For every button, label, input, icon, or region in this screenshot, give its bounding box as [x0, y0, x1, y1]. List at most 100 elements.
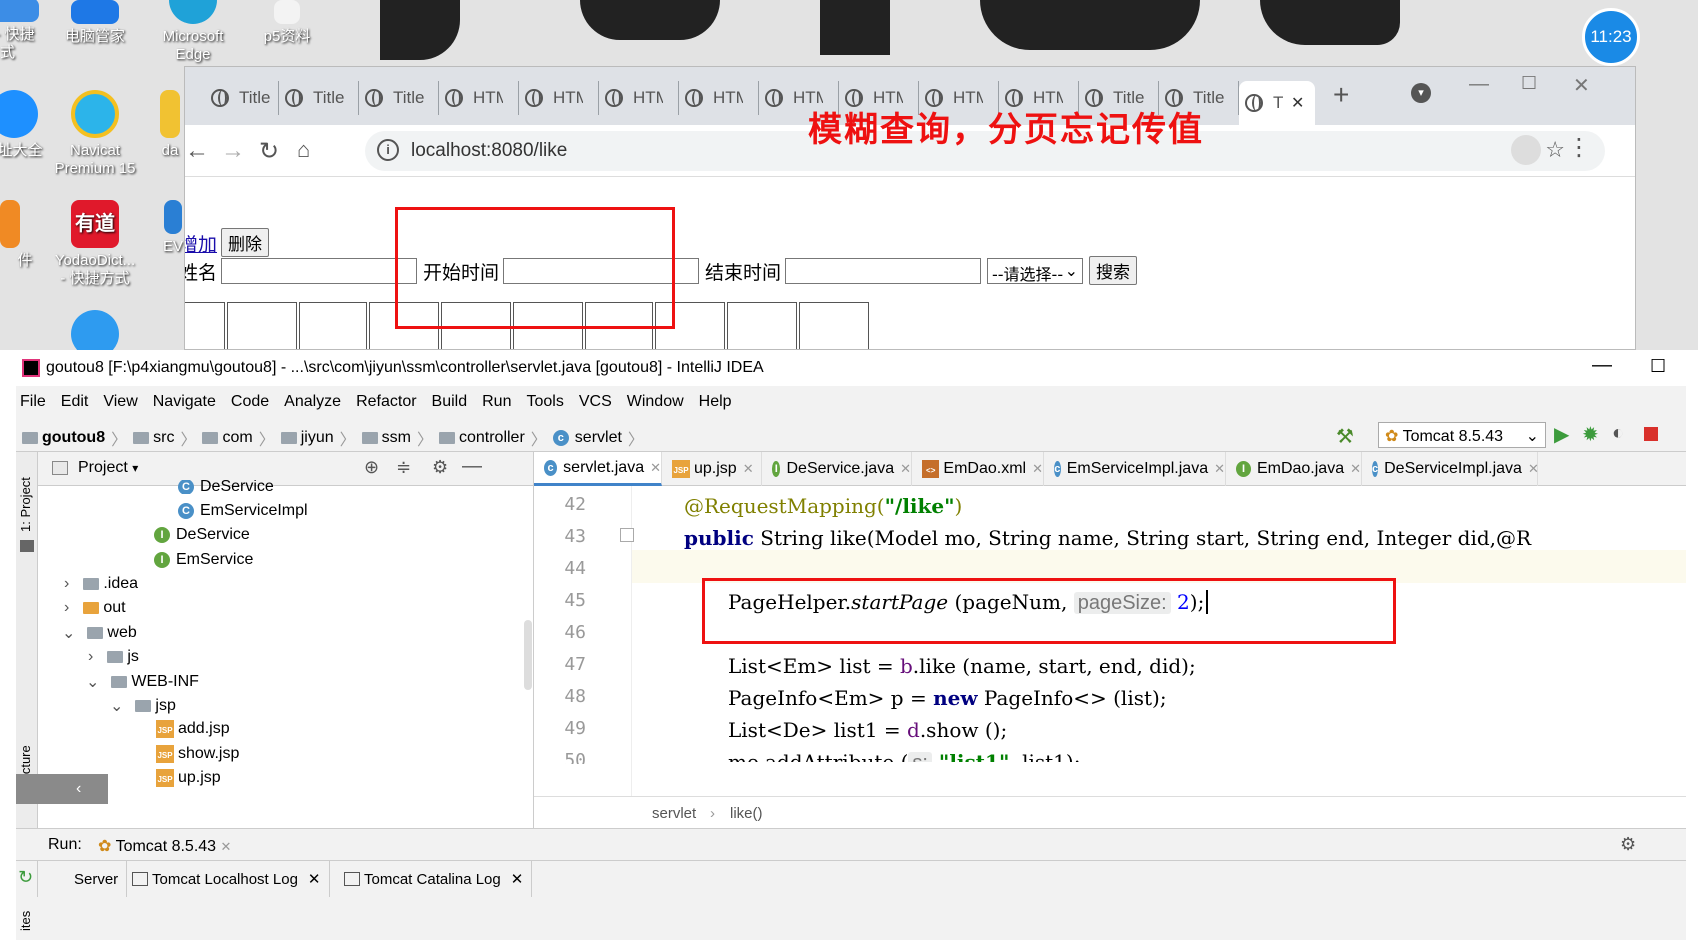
close-icon[interactable]: ✕ — [1528, 461, 1539, 477]
desktop-icon-pc-manager[interactable]: 电脑管家 — [40, 0, 150, 46]
scroll-left-button[interactable]: ‹ — [16, 774, 108, 804]
run-tab[interactable]: ✿ Tomcat 8.5.43 ✕ — [98, 836, 231, 856]
breadcrumb-item[interactable]: goutou8 — [42, 429, 105, 447]
tree-item[interactable]: ⌄ jsp — [110, 696, 176, 716]
new-tab-button[interactable]: + — [1333, 79, 1349, 111]
editor-tab[interactable]: <> EmDao.xml ✕ — [912, 452, 1044, 486]
close-window-icon[interactable]: ✕ — [1573, 73, 1590, 98]
browser-tab[interactable]: HTML — [519, 81, 599, 115]
gear-icon[interactable]: ⚙ — [1620, 834, 1636, 855]
hammer-icon[interactable]: ⚒ — [1336, 424, 1354, 449]
editor-tab[interactable]: c DeServiceImpl.java ✕ — [1362, 452, 1539, 486]
name-input[interactable] — [221, 258, 417, 284]
maximize-icon[interactable]: ☐ — [1521, 73, 1537, 94]
close-icon[interactable]: ✕ — [743, 461, 754, 477]
info-icon[interactable]: i — [377, 139, 399, 161]
fold-icon[interactable] — [620, 528, 634, 542]
tree-item[interactable]: C EmServiceImpl — [178, 502, 308, 520]
scrollbar[interactable] — [524, 620, 532, 690]
tree-item[interactable]: I DeService — [154, 526, 250, 544]
menu-window[interactable]: Window — [627, 393, 684, 411]
breadcrumb-item[interactable]: com — [222, 429, 252, 447]
browser-tab[interactable]: Title — [279, 81, 359, 115]
breadcrumb-item[interactable]: like() — [730, 805, 763, 822]
close-icon[interactable]: ✕ — [511, 870, 524, 888]
tree-item[interactable]: JSP up.jsp — [156, 769, 221, 787]
tree-item[interactable]: › js — [88, 648, 139, 666]
tree-item[interactable]: JSP add.jsp — [156, 720, 230, 738]
close-icon[interactable]: ✕ — [1350, 461, 1361, 477]
end-time-input[interactable] — [785, 258, 981, 284]
favorites-tool-tab[interactable]: ites — [18, 911, 33, 931]
breadcrumb-item[interactable]: controller — [459, 429, 525, 447]
stop-icon[interactable] — [1644, 427, 1658, 441]
reload-icon[interactable]: ↻ — [259, 137, 279, 166]
browser-tab[interactable]: HTML — [599, 81, 679, 115]
menu-navigate[interactable]: Navigate — [153, 393, 216, 411]
collapse-icon[interactable]: ≑ — [396, 457, 411, 478]
back-icon[interactable]: ← — [185, 137, 209, 165]
locate-icon[interactable]: ⊕ — [364, 457, 379, 478]
gear-icon[interactable]: ⚙ — [432, 457, 448, 478]
tree-item[interactable]: I EmService — [154, 551, 253, 569]
tab-search-icon[interactable]: ▾ — [1411, 83, 1431, 103]
menu-run[interactable]: Run — [482, 393, 511, 411]
tree-item[interactable]: › .idea — [64, 575, 138, 593]
add-link[interactable]: 增加 — [185, 230, 217, 257]
tree-item[interactable]: C DeService — [178, 480, 274, 494]
menu-view[interactable]: View — [103, 393, 137, 411]
close-icon[interactable]: ✕ — [1214, 461, 1225, 477]
breadcrumb-item[interactable]: jiyun — [301, 429, 334, 447]
debug-icon[interactable]: ✹ — [1582, 422, 1599, 447]
browser-tab-active[interactable]: T ✕ — [1239, 81, 1315, 125]
rerun-icon[interactable]: ↻ — [18, 867, 33, 888]
browser-tab[interactable]: Title — [205, 81, 279, 115]
run-icon[interactable]: ▶ — [1554, 422, 1569, 447]
menu-vcs[interactable]: VCS — [579, 393, 612, 411]
minimize-icon[interactable]: — — [1469, 73, 1489, 96]
editor-tab-active[interactable]: c servlet.java ✕ — [534, 452, 662, 486]
editor-tab[interactable]: JSP up.jsp ✕ — [662, 452, 762, 486]
tree-item[interactable]: ⌄ web — [62, 623, 137, 643]
menu-code[interactable]: Code — [231, 393, 269, 411]
home-icon[interactable]: ⌂ — [297, 137, 310, 163]
delete-button[interactable]: 删除 — [221, 228, 269, 257]
menu-tools[interactable]: Tools — [526, 393, 563, 411]
browser-tab[interactable]: Title — [359, 81, 439, 115]
run-config-select[interactable]: ✿ Tomcat 8.5.43 ⌄ — [1378, 422, 1546, 448]
close-icon[interactable]: ✕ — [221, 839, 232, 854]
project-tool-tab[interactable]: 1: Project — [18, 477, 33, 532]
project-view-select[interactable]: Project ▾ — [78, 459, 138, 477]
hide-icon[interactable]: — — [462, 455, 482, 478]
editor-tab[interactable]: c EmServiceImpl.java ✕ — [1044, 452, 1226, 486]
server-tab[interactable]: Server — [66, 861, 128, 897]
department-select[interactable]: --请选择-- ⌄ — [987, 258, 1083, 284]
tree-item[interactable]: › out — [64, 599, 126, 617]
localhost-log-tab[interactable]: Tomcat Localhost Log ✕ — [124, 861, 330, 897]
close-icon[interactable]: ✕ — [1032, 461, 1043, 477]
breadcrumb-item[interactable]: servlet — [575, 429, 622, 447]
editor-tab[interactable]: I DeService.java ✕ — [762, 452, 912, 486]
close-icon[interactable]: ✕ — [900, 461, 911, 477]
desktop-icon-bird[interactable] — [40, 310, 150, 350]
search-button[interactable]: 搜索 — [1089, 256, 1137, 285]
browser-tab[interactable]: HTML — [439, 81, 519, 115]
menu-analyze[interactable]: Analyze — [284, 393, 341, 411]
desktop-icon-navicat[interactable]: Navicat Premium 15 — [40, 90, 150, 178]
minimize-icon[interactable]: — — [1592, 354, 1612, 377]
breadcrumb-item[interactable]: ssm — [382, 429, 411, 447]
menu-file[interactable]: File — [20, 393, 46, 411]
menu-icon[interactable]: ⋮ — [1567, 133, 1591, 162]
breadcrumb-item[interactable]: servlet — [652, 805, 696, 822]
menu-edit[interactable]: Edit — [61, 393, 89, 411]
forward-icon[interactable]: → — [221, 137, 245, 165]
close-icon[interactable]: ✕ — [1291, 93, 1304, 113]
menu-refactor[interactable]: Refactor — [356, 393, 416, 411]
tree-item[interactable]: ⌄ WEB-INF — [86, 672, 199, 692]
editor-tab[interactable]: I EmDao.java ✕ — [1226, 452, 1362, 486]
tree-item[interactable]: JSP show.jsp — [156, 745, 239, 763]
desktop-icon-p5[interactable]: p5资料 — [232, 0, 342, 46]
star-icon[interactable]: ☆ — [1545, 137, 1565, 163]
coverage-icon[interactable]: ◐ — [1612, 422, 1624, 445]
catalina-log-tab[interactable]: Tomcat Catalina Log ✕ — [336, 861, 533, 897]
